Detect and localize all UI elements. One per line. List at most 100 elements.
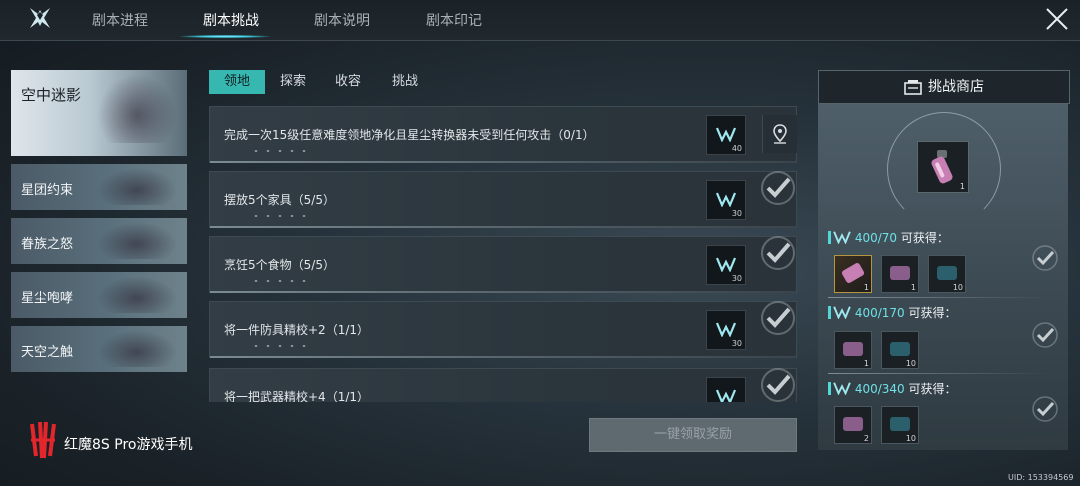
tier-reward-item[interactable]: 1 — [834, 255, 872, 293]
tier-marker — [828, 231, 831, 244]
task-row: 完成一次15级任意难度领地净化且星尘转换器未受到任何攻击（0/1） 40 — [209, 106, 797, 163]
story-item-sky-touch[interactable]: 天空之触 — [11, 326, 187, 372]
tier-reward-item[interactable]: 10 — [928, 255, 966, 293]
task-description: 将一把武器精校+4（1/1） — [224, 390, 370, 402]
completed-check-icon — [761, 301, 795, 335]
featured-item-quantity: 1 — [959, 182, 965, 191]
task-decoration — [250, 150, 310, 152]
token-icon — [716, 322, 736, 337]
completed-check-icon — [1032, 322, 1058, 348]
token-icon — [833, 382, 851, 396]
tab-progress[interactable]: 剧本进程 — [92, 10, 148, 30]
token-icon — [716, 127, 736, 142]
story-label: 天空之触 — [21, 345, 74, 360]
story-item-stardust-roar[interactable]: 星尘咆哮 — [11, 272, 187, 318]
crystal-shard-icon — [937, 266, 957, 280]
task-row: 烹饪5个食物（5/5） 30 — [209, 236, 797, 293]
tab-challenge[interactable]: 剧本挑战 — [203, 10, 259, 30]
chest-icon — [843, 417, 863, 431]
story-item-kin-wrath[interactable]: 眷族之怒 — [11, 218, 187, 264]
story-label: 眷族之怒 — [21, 237, 74, 252]
completed-check-icon — [761, 171, 795, 205]
tier-header: 400/70 可获得： — [833, 229, 949, 246]
claim-all-rewards-button[interactable]: 一键领取奖励 — [589, 418, 797, 452]
story-art — [97, 74, 177, 143]
task-description: 摆放5个家具（5/5） — [224, 193, 335, 207]
reward-token[interactable]: 40 — [706, 115, 746, 155]
task-decoration — [250, 280, 310, 282]
story-art — [97, 276, 177, 313]
tier-reward-item[interactable]: 1 — [881, 255, 919, 293]
tier-header: 400/340 可获得： — [833, 380, 957, 397]
tier-reward-item[interactable]: 10 — [881, 331, 919, 369]
tier-value: 400/70 — [854, 231, 898, 245]
task-list[interactable]: 完成一次15级任意难度领地净化且星尘转换器未受到任何攻击（0/1） 40 摆放5… — [209, 106, 797, 402]
reward-token[interactable] — [706, 377, 746, 402]
story-art — [97, 330, 177, 367]
challenge-shop-button[interactable]: 挑战商店 — [818, 70, 1070, 104]
top-bar: 剧本进程 剧本挑战 剧本说明 剧本印记 — [0, 0, 1080, 41]
potion-vial-icon — [840, 261, 866, 285]
chest-icon — [843, 342, 863, 356]
reward-quantity: 40 — [731, 144, 742, 153]
close-icon[interactable] — [1044, 6, 1070, 32]
story-item-star-cluster[interactable]: 星团约束 — [11, 164, 187, 210]
task-row: 将一件防具精校+2（1/1） 30 — [209, 301, 797, 358]
brand-text: 红魔8S Pro游戏手机 — [64, 437, 193, 453]
item-quantity: 10 — [905, 434, 916, 443]
task-description: 完成一次15级任意难度领地净化且星尘转换器未受到任何攻击（0/1） — [224, 128, 595, 142]
tier-divider — [828, 373, 1050, 374]
token-icon — [716, 257, 736, 272]
reward-token[interactable]: 30 — [706, 245, 746, 285]
tier-reward-item[interactable]: 2 — [834, 406, 872, 444]
story-art — [97, 168, 177, 205]
tier-suffix: 可获得： — [908, 382, 957, 396]
task-row: 摆放5个家具（5/5） 30 — [209, 171, 797, 228]
tier-reward-item[interactable]: 1 — [834, 331, 872, 369]
subtab-territory[interactable]: 领地 — [209, 70, 265, 94]
red-magic-logo-icon — [30, 421, 56, 459]
user-id: UID: 153394569 — [1008, 473, 1074, 482]
tier-marker — [828, 306, 831, 319]
item-quantity: 1 — [863, 283, 869, 292]
subtab-explore[interactable]: 探索 — [275, 70, 311, 94]
story-label: 空中迷影 — [21, 86, 82, 104]
tier-suffix: 可获得： — [908, 306, 957, 320]
subtab-challenge[interactable]: 挑战 — [387, 70, 423, 94]
completed-check-icon — [1032, 245, 1058, 271]
story-item-sky-illusion[interactable]: 空中迷影 — [11, 70, 187, 156]
completed-check-icon — [761, 368, 795, 402]
completed-check-icon — [1032, 396, 1058, 422]
reward-token[interactable]: 30 — [706, 310, 746, 350]
token-icon — [833, 231, 851, 245]
shop-button-label: 挑战商店 — [928, 79, 984, 95]
tab-imprint[interactable]: 剧本印记 — [426, 10, 482, 30]
tab-description[interactable]: 剧本说明 — [314, 10, 370, 30]
reward-quantity: 30 — [731, 274, 742, 283]
task-description: 烹饪5个食物（5/5） — [224, 258, 335, 272]
subtab-containment[interactable]: 收容 — [330, 70, 366, 94]
chest-icon — [890, 266, 910, 280]
tier-value: 400/170 — [854, 306, 905, 320]
token-icon — [716, 389, 736, 402]
featured-shop-item[interactable]: 1 — [917, 141, 969, 193]
token-icon — [716, 192, 736, 207]
task-divider — [210, 291, 796, 293]
task-row: 将一把武器精校+4（1/1） — [209, 368, 797, 402]
task-decoration — [250, 215, 310, 217]
item-quantity: 10 — [952, 283, 963, 292]
task-divider — [210, 226, 796, 228]
location-button[interactable] — [762, 115, 797, 153]
item-quantity: 2 — [863, 434, 869, 443]
task-description: 将一件防具精校+2（1/1） — [224, 323, 370, 337]
shop-icon — [904, 80, 922, 95]
brand-watermark: 红魔8S Pro游戏手机 — [28, 420, 192, 460]
reward-token[interactable]: 30 — [706, 180, 746, 220]
story-art — [97, 222, 177, 259]
item-quantity: 1 — [910, 283, 916, 292]
tier-reward-item[interactable]: 10 — [881, 406, 919, 444]
item-quantity: 1 — [863, 359, 869, 368]
task-decoration — [250, 345, 310, 347]
tier-value: 400/340 — [854, 382, 905, 396]
task-divider — [210, 161, 796, 163]
